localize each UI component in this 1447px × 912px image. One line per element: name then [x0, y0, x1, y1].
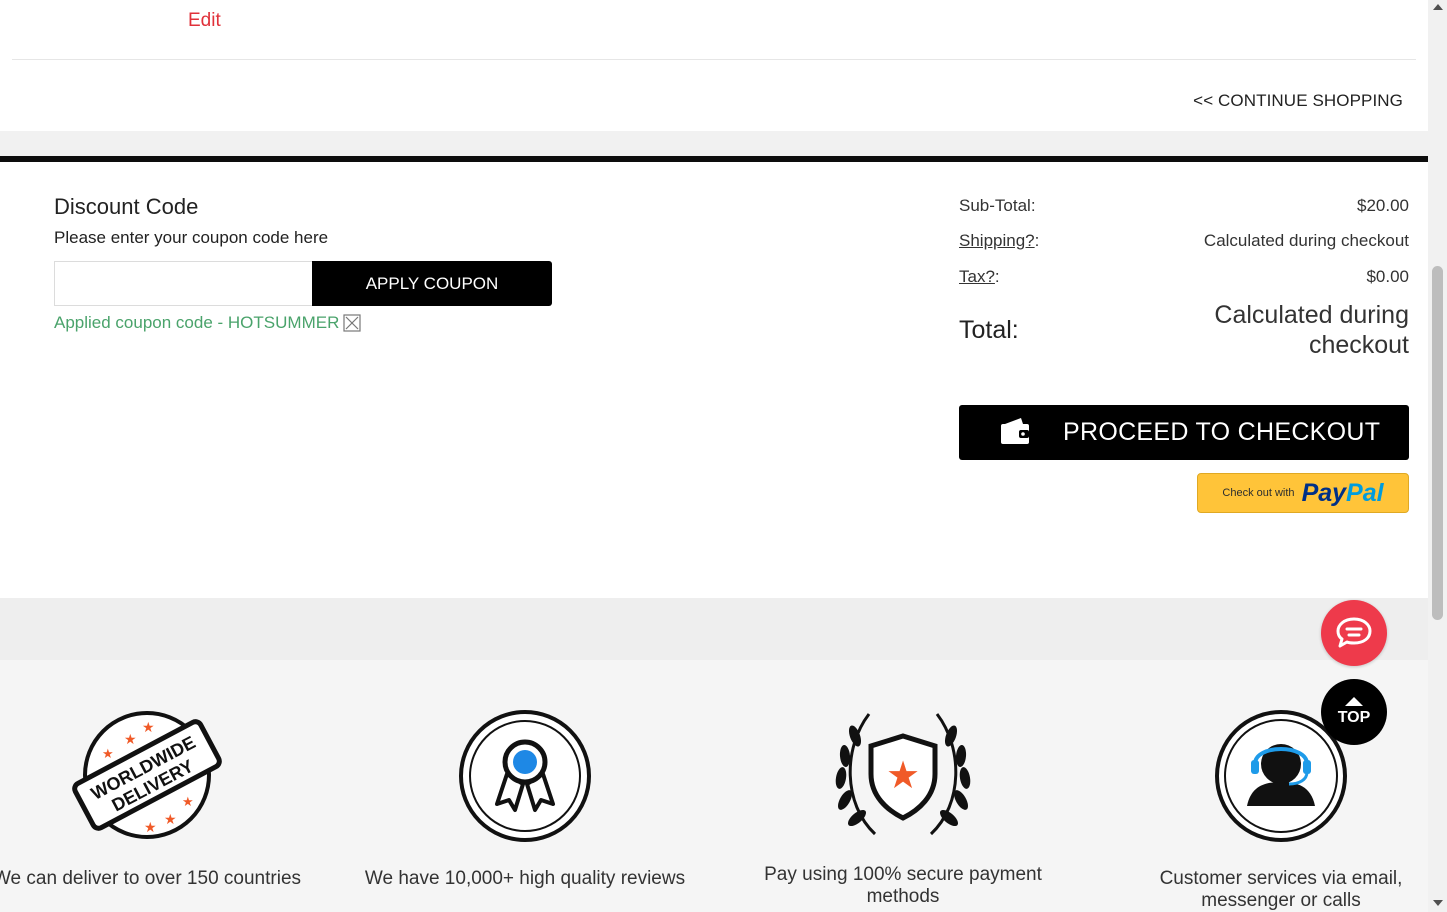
wallet-icon [999, 416, 1031, 449]
svg-text:★: ★ [164, 811, 177, 827]
remove-coupon-icon[interactable] [343, 314, 361, 332]
scroll-down-arrow-icon[interactable] [1433, 900, 1443, 906]
feature-quality-reviews: We have 10,000+ high quality reviews [360, 708, 690, 890]
svg-text:★: ★ [142, 719, 155, 735]
paypal-checkout-button[interactable]: Check out with Pay Pal [1197, 473, 1409, 513]
shipping-info-link[interactable]: Shipping? [959, 231, 1035, 250]
continue-shopping-link[interactable]: << CONTINUE SHOPPING [1193, 91, 1403, 111]
discount-code-heading: Discount Code [54, 194, 199, 219]
applied-coupon-note: Applied coupon code - HOTSUMMER [54, 313, 361, 333]
svg-text:★: ★ [102, 746, 114, 761]
feature-secure-payment: ★ Pay using 100% secure payment methods [738, 708, 1068, 908]
worldwide-delivery-badge-icon: WORLDWIDE DELIVERY ★ ★ ★ ★ ★ ★ [72, 711, 222, 839]
edit-link[interactable]: Edit [188, 10, 221, 32]
apply-coupon-button[interactable]: APPLY COUPON [312, 261, 552, 306]
chat-icon [1336, 617, 1372, 648]
section-spacer [0, 131, 1428, 156]
feature-worldwide-delivery: WORLDWIDE DELIVERY ★ ★ ★ ★ ★ ★ We can de… [0, 706, 312, 890]
back-to-top-label: TOP [1337, 709, 1371, 726]
svg-text:★: ★ [886, 755, 920, 797]
applied-coupon-text: Applied coupon code - HOTSUMMER [54, 313, 340, 332]
feature-text: Pay using 100% secure payment methods [764, 864, 1042, 907]
proceed-to-checkout-label: PROCEED TO CHECKOUT [1063, 418, 1381, 446]
shipping-label: Shipping?: [959, 231, 1039, 251]
tax-info-link[interactable]: Tax? [959, 267, 995, 286]
page-scrollbar[interactable] [1428, 0, 1447, 912]
arrow-up-icon [1345, 697, 1363, 706]
paypal-logo-pay: Pay [1301, 478, 1347, 507]
scrollbar-thumb[interactable] [1432, 266, 1443, 620]
feature-text: We can deliver to over 150 countries [0, 868, 302, 889]
award-ribbon-icon [459, 710, 591, 842]
svg-text:★: ★ [182, 794, 194, 809]
coupon-code-input[interactable] [54, 261, 312, 306]
total-label: Total: [959, 316, 1019, 344]
divider [12, 59, 1416, 60]
feature-text: We have 10,000+ high quality reviews [364, 868, 686, 889]
tax-value: $0.00 [1366, 267, 1409, 286]
discount-code-instructions: Please enter your coupon code here [54, 228, 329, 247]
total-value: Calculated during checkout [1214, 301, 1409, 359]
chat-button[interactable] [1321, 600, 1387, 666]
feature-text: Customer services via email, messenger o… [1159, 868, 1403, 911]
subtotal-value: $20.00 [1357, 196, 1409, 215]
feature-customer-service: Customer services via email, messenger o… [1116, 708, 1428, 912]
svg-text:★: ★ [144, 819, 157, 835]
tax-colon: : [994, 267, 1000, 286]
shield-star-laurel-icon: ★ [835, 713, 971, 836]
scroll-up-arrow-icon[interactable] [1433, 4, 1443, 10]
shipping-value: Calculated during checkout [1203, 231, 1409, 250]
paypal-logo-pal: Pal [1346, 478, 1384, 507]
proceed-to-checkout-button[interactable]: PROCEED TO CHECKOUT [959, 405, 1409, 460]
shipping-colon: : [1034, 231, 1040, 250]
cart-page: Edit << CONTINUE SHOPPING Discount Code … [0, 0, 1428, 912]
subtotal-label: Sub-Total: [959, 196, 1036, 215]
tax-label: Tax?: [959, 267, 1000, 287]
paypal-prefix: Check out with [1222, 487, 1295, 499]
section-rule [0, 156, 1428, 162]
back-to-top-button[interactable]: TOP [1321, 679, 1387, 745]
svg-text:★: ★ [124, 731, 137, 747]
footer-spacer [0, 598, 1428, 660]
